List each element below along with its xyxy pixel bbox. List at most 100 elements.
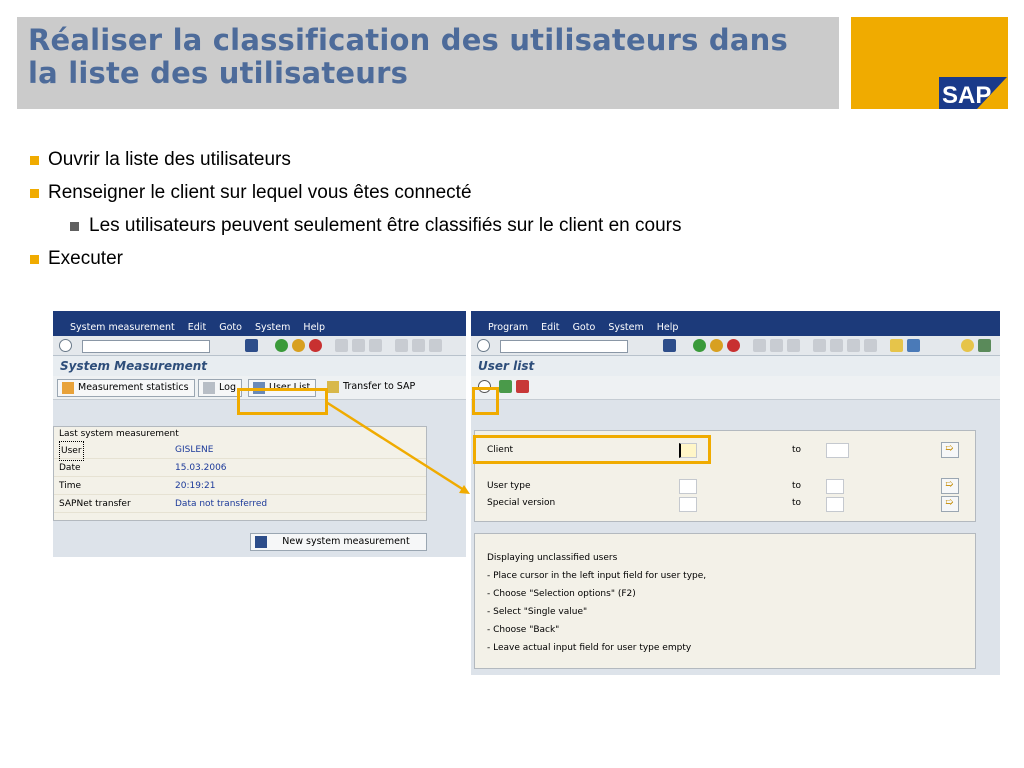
find-next-icon[interactable] xyxy=(787,339,800,352)
client-to-input[interactable] xyxy=(826,443,849,458)
info-row: User GISLENE xyxy=(54,441,426,461)
log-button[interactable]: Log xyxy=(198,379,242,397)
screen-title: User list xyxy=(471,356,1000,376)
save-icon[interactable] xyxy=(663,339,676,352)
save-variant-icon[interactable] xyxy=(516,380,529,393)
note-line: - Choose "Back" xyxy=(487,625,560,635)
user-type-label: User type xyxy=(487,481,531,491)
command-field[interactable] xyxy=(500,340,628,353)
bullet-square-icon xyxy=(30,189,39,198)
new-session-icon[interactable] xyxy=(890,339,903,352)
standard-toolbar xyxy=(53,336,466,356)
enter-icon[interactable] xyxy=(477,339,490,352)
info-row: Date 15.03.2006 xyxy=(54,459,426,477)
save-icon[interactable] xyxy=(245,339,258,352)
printer-icon xyxy=(203,382,215,394)
info-note-panel: Displaying unclassified users - Place cu… xyxy=(474,533,976,669)
table-icon xyxy=(62,382,74,394)
menu-goto[interactable]: Goto xyxy=(573,322,596,333)
last-measurement-group: Last system measurement User GISLENE Date… xyxy=(53,426,427,521)
back-icon[interactable] xyxy=(693,339,706,352)
last-page-icon[interactable] xyxy=(864,339,877,352)
print-icon[interactable] xyxy=(335,339,348,352)
sap-logo-box: SAP xyxy=(851,17,1008,109)
note-line: - Place cursor in the left input field f… xyxy=(487,571,707,581)
bullet-list: Ouvrir la liste des utilisateurs Renseig… xyxy=(30,146,681,278)
special-version-label: Special version xyxy=(487,498,556,508)
exit-icon[interactable] xyxy=(710,339,723,352)
transfer-to-sap-button[interactable]: Transfer to SAP xyxy=(323,379,420,397)
screen-title: System Measurement xyxy=(53,356,466,376)
special-version-multiple-selection-button[interactable] xyxy=(941,496,959,512)
bullet-square-icon xyxy=(30,255,39,264)
bullet-item: Ouvrir la liste des utilisateurs xyxy=(30,146,681,179)
first-page-icon[interactable] xyxy=(813,339,826,352)
user-type-to-input[interactable] xyxy=(826,479,844,494)
user-list-window: Program Edit Goto System Help User list … xyxy=(471,311,1000,675)
find-next-icon[interactable] xyxy=(369,339,382,352)
new-system-measurement-button[interactable]: New system measurement xyxy=(250,533,427,551)
user-type-to-label: to xyxy=(792,481,802,491)
menu-system[interactable]: System xyxy=(608,322,643,333)
bullet-item: Executer xyxy=(30,245,681,278)
measurement-statistics-button[interactable]: Measurement statistics xyxy=(57,379,195,397)
cancel-icon[interactable] xyxy=(727,339,740,352)
user-list-highlight xyxy=(237,388,328,415)
command-field[interactable] xyxy=(82,340,210,353)
menu-help[interactable]: Help xyxy=(303,322,325,333)
menu-edit[interactable]: Edit xyxy=(188,322,206,333)
exit-icon[interactable] xyxy=(292,339,305,352)
sap-logo: SAP xyxy=(939,77,1007,109)
layout-icon[interactable] xyxy=(978,339,991,352)
prev-page-icon[interactable] xyxy=(830,339,843,352)
special-version-input[interactable] xyxy=(679,497,697,512)
next-page-icon[interactable] xyxy=(847,339,860,352)
menu-system-measurement[interactable]: System measurement xyxy=(70,322,175,333)
bullet-item: Renseigner le client sur lequel vous ête… xyxy=(30,179,681,212)
execute-highlight xyxy=(472,387,499,415)
find-icon[interactable] xyxy=(770,339,783,352)
menu-bar: Program Edit Goto System Help xyxy=(471,311,1000,336)
client-multiple-selection-button[interactable] xyxy=(941,442,959,458)
menu-system[interactable]: System xyxy=(255,322,290,333)
refresh-icon xyxy=(255,536,267,548)
note-line: Displaying unclassified users xyxy=(487,553,618,563)
print-icon[interactable] xyxy=(753,339,766,352)
menu-help[interactable]: Help xyxy=(657,322,679,333)
menu-bar: System measurement Edit Goto System Help xyxy=(53,311,466,336)
bullet-square-icon xyxy=(30,156,39,165)
menu-goto[interactable]: Goto xyxy=(219,322,242,333)
next-page-icon[interactable] xyxy=(429,339,442,352)
cancel-icon[interactable] xyxy=(309,339,322,352)
sub-bullet-item: Les utilisateurs peuvent seulement être … xyxy=(30,212,681,245)
special-version-to-label: to xyxy=(792,498,802,508)
user-type-input[interactable] xyxy=(679,479,697,494)
user-type-multiple-selection-button[interactable] xyxy=(941,478,959,494)
menu-program[interactable]: Program xyxy=(488,322,528,333)
client-highlight xyxy=(473,435,711,464)
special-version-to-input[interactable] xyxy=(826,497,844,512)
client-to-label: to xyxy=(792,445,802,455)
info-row: Time 20:19:21 xyxy=(54,477,426,495)
transfer-icon xyxy=(327,381,339,393)
svg-text:SAP: SAP xyxy=(942,82,991,109)
note-line: - Select "Single value" xyxy=(487,607,588,617)
first-page-icon[interactable] xyxy=(395,339,408,352)
standard-toolbar xyxy=(471,336,1000,356)
back-icon[interactable] xyxy=(275,339,288,352)
slide-title: Réaliser la classification des utilisate… xyxy=(28,23,788,90)
menu-edit[interactable]: Edit xyxy=(541,322,559,333)
info-row: SAPNet transfer Data not transferred xyxy=(54,495,426,513)
group-title: Last system measurement xyxy=(59,429,179,439)
note-line: - Leave actual input field for user type… xyxy=(487,643,692,653)
get-variant-icon[interactable] xyxy=(499,380,512,393)
sub-bullet-square-icon xyxy=(70,222,79,231)
system-measurement-window: System measurement Edit Goto System Help… xyxy=(53,311,466,557)
note-line: - Choose "Selection options" (F2) xyxy=(487,589,636,599)
shortcut-icon[interactable] xyxy=(907,339,920,352)
prev-page-icon[interactable] xyxy=(412,339,425,352)
find-icon[interactable] xyxy=(352,339,365,352)
help-icon[interactable] xyxy=(961,339,974,352)
application-toolbar xyxy=(471,376,1000,400)
enter-icon[interactable] xyxy=(59,339,72,352)
